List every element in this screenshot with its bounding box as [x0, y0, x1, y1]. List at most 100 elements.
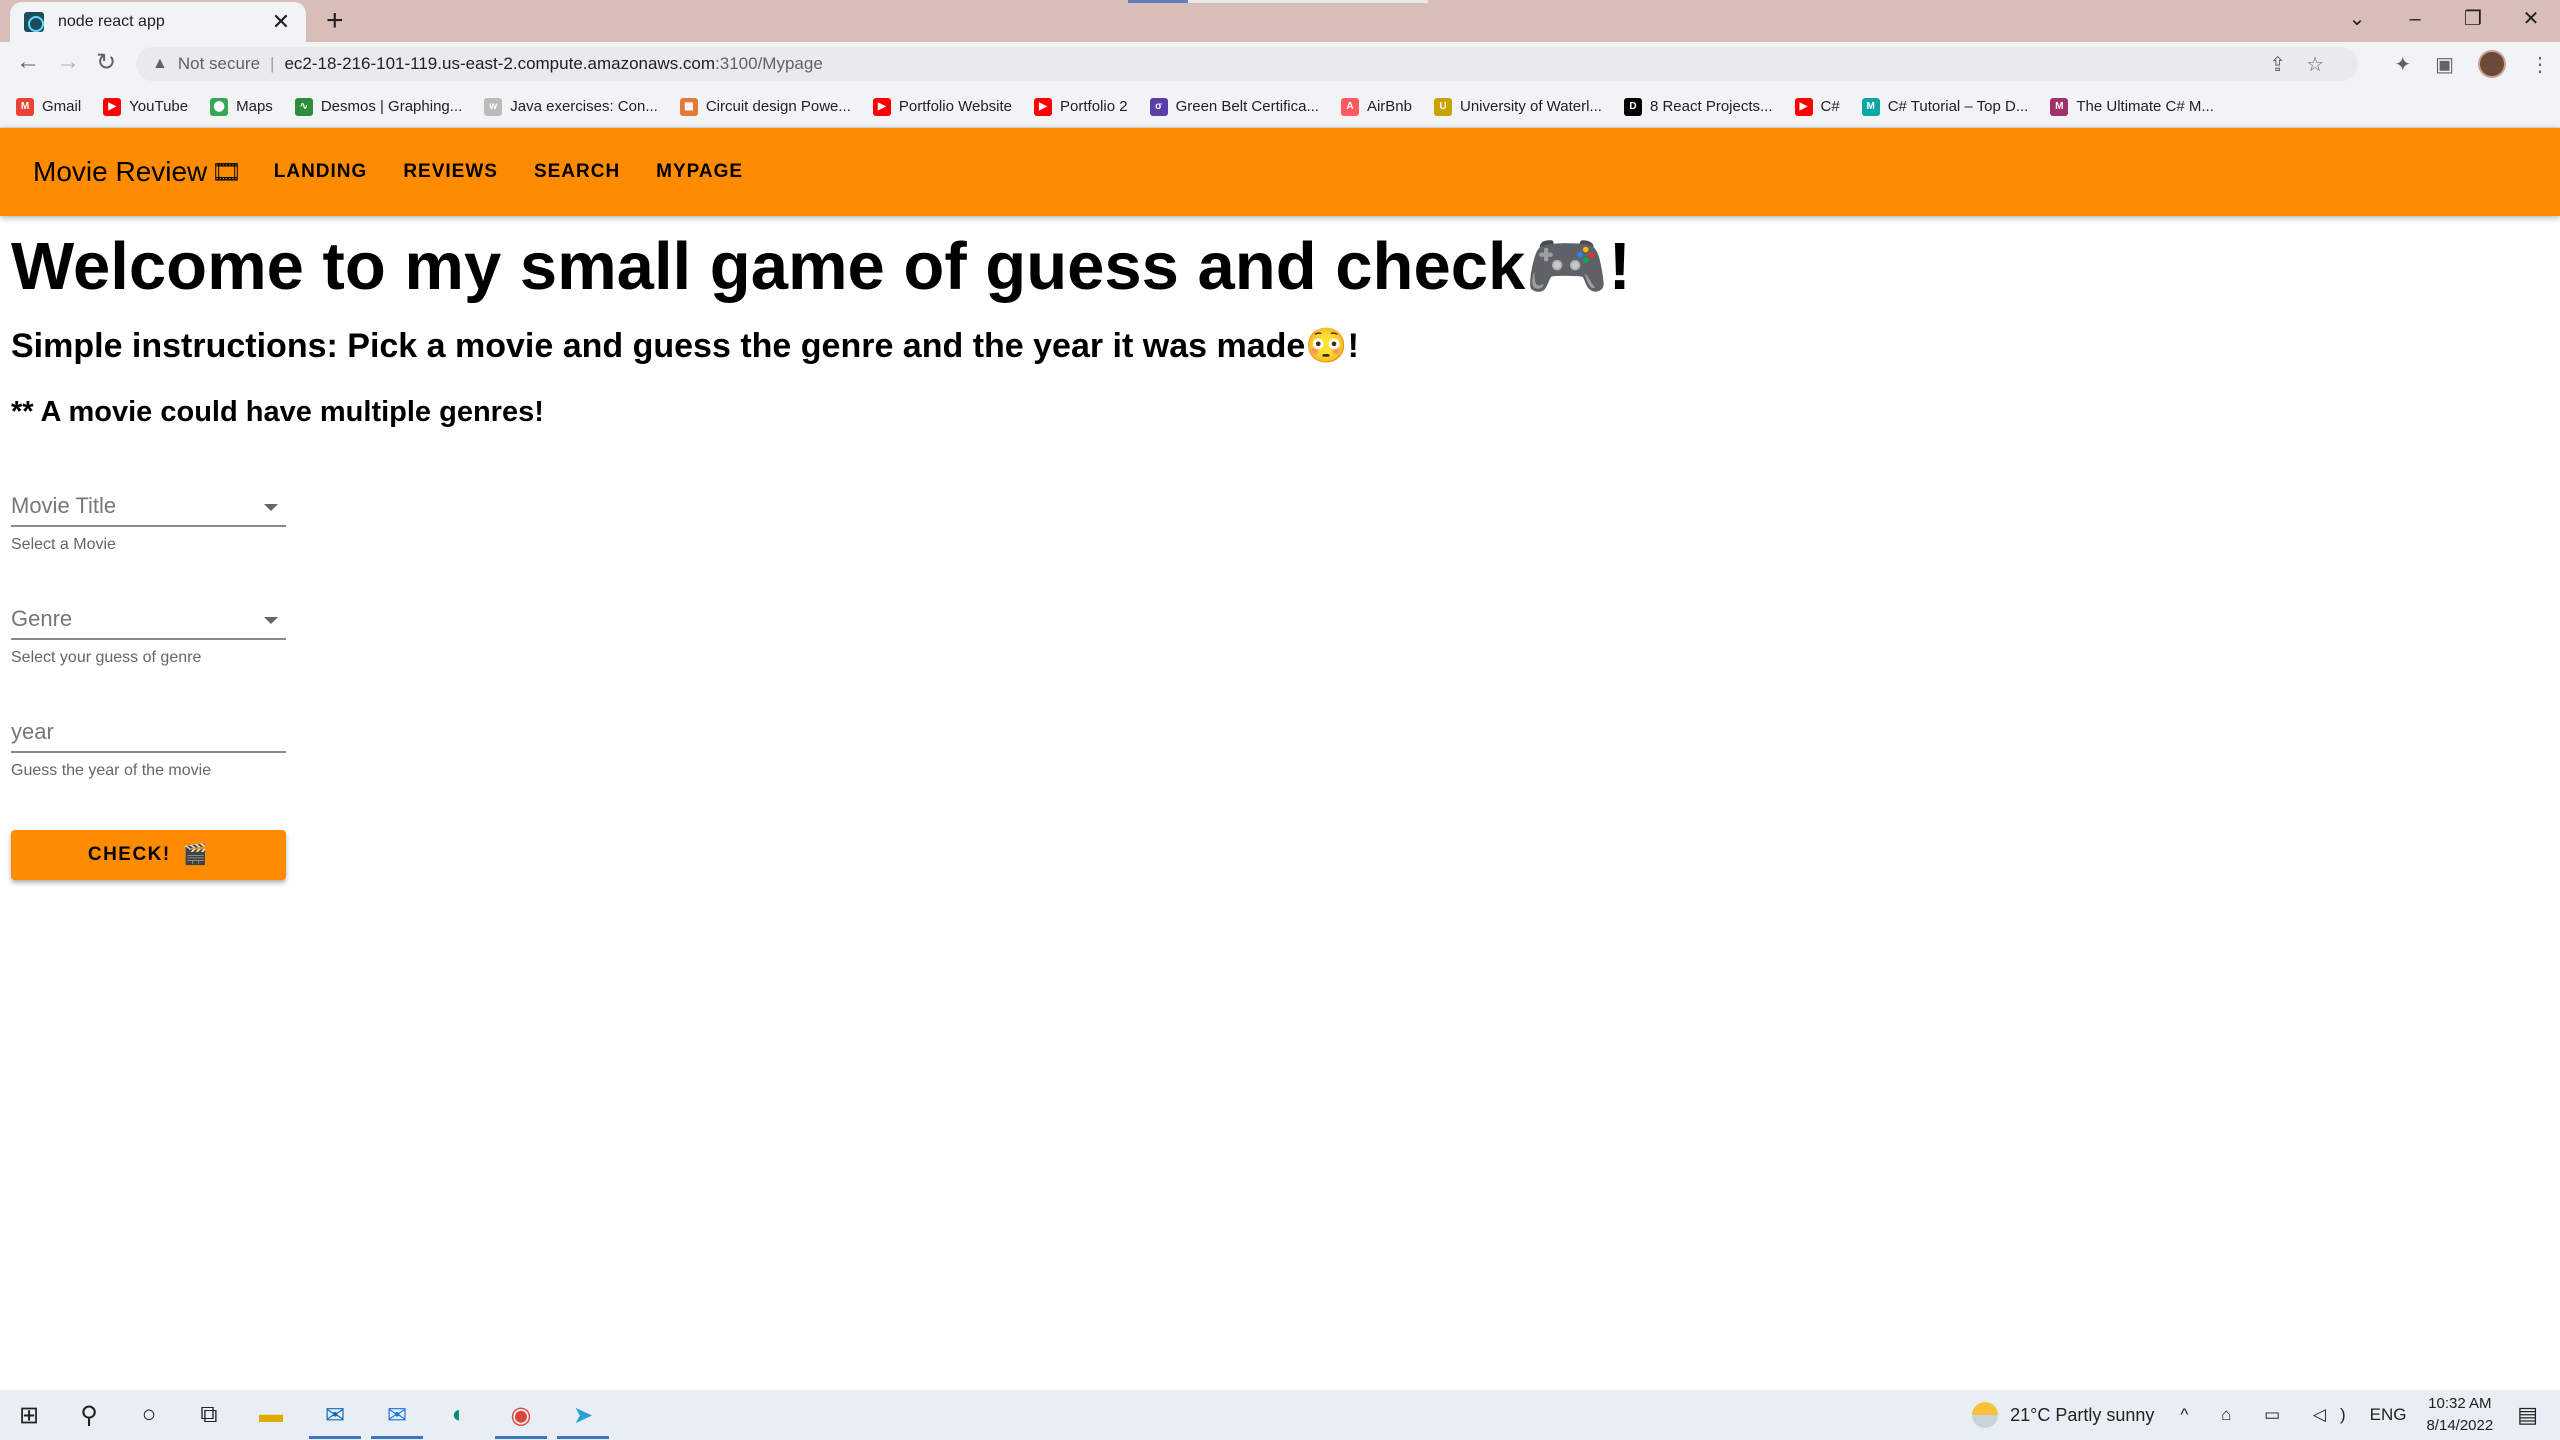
- dropdown-arrow-icon[interactable]: [264, 503, 278, 511]
- bookmark-item[interactable]: U University of Waterl...: [1433, 97, 1602, 116]
- bookmark-label: C#: [1820, 98, 1840, 115]
- not-secure-label[interactable]: Not secure: [178, 54, 260, 74]
- mail-icon[interactable]: ✉: [382, 1400, 412, 1430]
- browser-tab[interactable]: node react app ✕: [10, 2, 306, 42]
- movie-title-control[interactable]: Movie Title: [11, 485, 286, 527]
- year-helper: Guess the year of the movie: [11, 761, 212, 779]
- forward-icon[interactable]: →: [56, 48, 80, 76]
- windows-start-icon[interactable]: ⊞: [14, 1400, 44, 1430]
- bookmark-item[interactable]: ▶ Portfolio Website: [872, 97, 1012, 116]
- clock[interactable]: 10:32 AM 8/14/2022: [2426, 1393, 2493, 1437]
- desmos-icon: ∿: [294, 97, 313, 116]
- tab-search-icon[interactable]: ⌄: [2328, 0, 2386, 40]
- new-tab-button[interactable]: +: [326, 4, 344, 38]
- tab-close-icon[interactable]: ✕: [270, 9, 292, 35]
- brand[interactable]: Movie Review 🎞: [33, 156, 242, 188]
- weather-text: 21°C Partly sunny: [2010, 1404, 2155, 1425]
- url-separator: |: [270, 54, 275, 73]
- task-view-icon[interactable]: ⧉: [194, 1400, 224, 1430]
- warning-icon[interactable]: ▲: [152, 55, 168, 73]
- outlook-icon[interactable]: ✉: [320, 1400, 350, 1430]
- bookmark-label: C# Tutorial – Top D...: [1887, 98, 2029, 115]
- chrome-icon[interactable]: ◉: [506, 1400, 536, 1430]
- clock-date: 8/14/2022: [2426, 1417, 2494, 1434]
- udemy-icon: M: [2050, 97, 2069, 116]
- bookmark-label: YouTube: [129, 98, 189, 115]
- address-bar[interactable]: ▲ Not secure | ec2-18-216-101-119.us-eas…: [136, 47, 2358, 81]
- app-navbar: Movie Review 🎞 LANDING REVIEWS SEARCH MY…: [0, 128, 2560, 216]
- bookmark-item[interactable]: D 8 React Projects...: [1623, 97, 1773, 116]
- url-path: :3100/Mypage: [715, 54, 823, 73]
- uwaterloo-icon: U: [1433, 97, 1452, 116]
- dev-icon: D: [1623, 97, 1642, 116]
- main-content: Welcome to my small game of guess and ch…: [11, 216, 2551, 880]
- react-favicon-icon: [24, 12, 44, 32]
- bookmark-item[interactable]: M The Ultimate C# M...: [2050, 97, 2214, 116]
- page-title: Welcome to my small game of guess and ch…: [11, 229, 1631, 304]
- year-field[interactable]: year Guess the year of the movie: [11, 711, 286, 780]
- restore-icon[interactable]: ❐: [2444, 0, 2502, 40]
- telegram-icon[interactable]: ➤: [568, 1400, 598, 1430]
- browser-toolbar: ← → ↻ ▲ Not secure | ec2-18-216-101-119.…: [0, 42, 2560, 86]
- system-tray: 21°C Partly sunny ^ ⌂ ▭ ◁) ENG 10:32 AM …: [1972, 1390, 2560, 1440]
- profile-avatar[interactable]: [2478, 50, 2506, 78]
- maps-icon: ⬤: [210, 97, 229, 116]
- film-icon: 🎞: [211, 158, 242, 186]
- menu-kebab-icon[interactable]: ⋮: [2530, 52, 2550, 77]
- genre-control[interactable]: Genre: [11, 598, 286, 640]
- share-icon[interactable]: ⇪: [2269, 54, 2306, 76]
- extensions-icon[interactable]: ✦: [2394, 52, 2411, 77]
- minimize-icon[interactable]: –: [2386, 0, 2444, 40]
- genre-helper: Select your guess of genre: [11, 648, 202, 666]
- window-controls: ⌄ – ❐ ✕: [2328, 0, 2560, 40]
- reload-icon[interactable]: ↻: [96, 48, 116, 77]
- bookmark-item[interactable]: A AirBnb: [1340, 97, 1412, 116]
- bookmark-item[interactable]: ▶ YouTube: [103, 97, 189, 116]
- w3r-icon: w: [484, 97, 503, 116]
- bookmark-item[interactable]: M Gmail: [16, 97, 81, 116]
- weather-widget[interactable]: 21°C Partly sunny: [1972, 1402, 2154, 1428]
- bookmark-star-icon[interactable]: ☆: [2306, 54, 2344, 76]
- nav-mypage[interactable]: MYPAGE: [656, 153, 743, 191]
- search-icon[interactable]: ⚲: [74, 1400, 104, 1430]
- instructions: Simple instructions: Pick a movie and gu…: [11, 326, 1359, 365]
- bookmark-item[interactable]: ∿ Desmos | Graphing...: [294, 97, 463, 116]
- airbnb-icon: A: [1340, 97, 1359, 116]
- bookmark-item[interactable]: ⬤ Maps: [210, 97, 273, 116]
- movie-title-select[interactable]: Movie Title Select a Movie: [11, 485, 286, 554]
- toolbar-actions: ✦ ▣ ⋮: [2394, 50, 2550, 78]
- side-panel-icon[interactable]: ▣: [2435, 52, 2454, 77]
- edge-icon[interactable]: ◐: [444, 1400, 474, 1430]
- cortana-icon[interactable]: ○: [134, 1400, 164, 1430]
- bookmark-item[interactable]: σ Green Belt Certifica...: [1149, 97, 1319, 116]
- dropdown-arrow-icon[interactable]: [264, 616, 278, 624]
- bookmark-label: Maps: [236, 98, 273, 115]
- bookmark-label: Java exercises: Con...: [510, 98, 658, 115]
- notifications-icon[interactable]: ▤: [2517, 1402, 2538, 1428]
- bookmark-item[interactable]: ▶ Portfolio 2: [1034, 97, 1128, 116]
- bookmark-label: The Ultimate C# M...: [2076, 98, 2214, 115]
- bookmark-label: Circuit design Powe...: [705, 98, 851, 115]
- close-window-icon[interactable]: ✕: [2502, 0, 2560, 40]
- bookmark-label: Desmos | Graphing...: [320, 98, 463, 115]
- bookmark-item[interactable]: ▦ Circuit design Powe...: [679, 97, 851, 116]
- nav-landing[interactable]: LANDING: [274, 153, 368, 191]
- back-icon[interactable]: ←: [16, 48, 40, 76]
- m-icon: M: [1861, 97, 1880, 116]
- check-button[interactable]: CHECK! 🎬: [11, 829, 286, 880]
- movie-title-label: Movie Title: [11, 492, 117, 518]
- nav-search[interactable]: SEARCH: [534, 153, 620, 191]
- nav-reviews[interactable]: REVIEWS: [403, 153, 498, 191]
- file-explorer-icon[interactable]: ▬: [256, 1400, 286, 1430]
- mail-active-indicator: [371, 1436, 423, 1439]
- url-host: ec2-18-216-101-119.us-east-2.compute.ama…: [284, 54, 716, 73]
- year-input[interactable]: year: [11, 711, 286, 753]
- youtube-icon: ▶: [103, 97, 122, 116]
- bookmark-item[interactable]: M C# Tutorial – Top D...: [1861, 97, 2029, 116]
- language-indicator[interactable]: ENG: [2370, 1405, 2407, 1425]
- bookmark-label: 8 React Projects...: [1649, 98, 1773, 115]
- tray-icons[interactable]: ^ ⌂ ▭ ◁): [2180, 1405, 2359, 1425]
- bookmark-item[interactable]: ▶ C#: [1794, 97, 1840, 116]
- bookmark-item[interactable]: w Java exercises: Con...: [484, 97, 658, 116]
- genre-select[interactable]: Genre Select your guess of genre: [11, 598, 286, 667]
